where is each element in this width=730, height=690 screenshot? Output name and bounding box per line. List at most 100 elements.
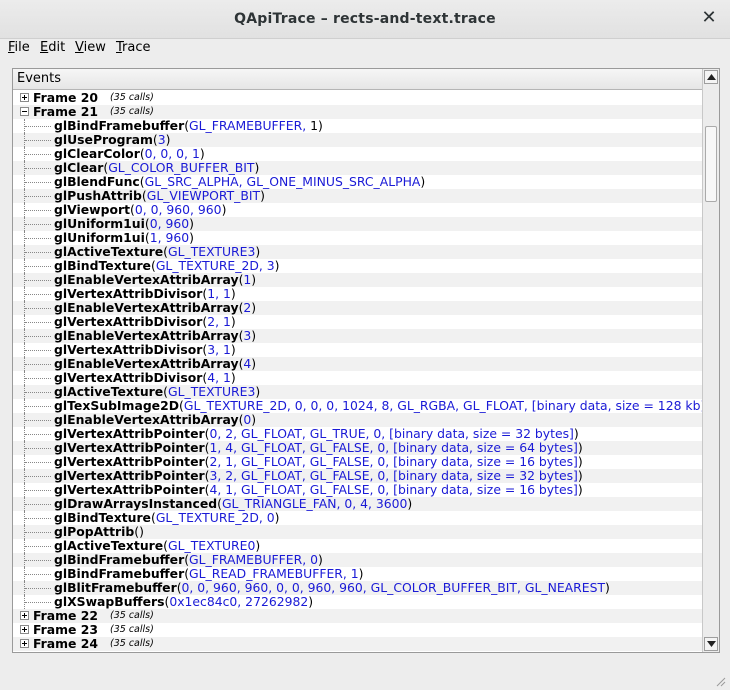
- menu-trace[interactable]: Trace: [116, 40, 151, 55]
- expand-icon[interactable]: [20, 611, 29, 620]
- menu-view[interactable]: View: [75, 40, 106, 55]
- expand-icon[interactable]: [20, 93, 29, 102]
- call-row[interactable]: glBindTexture(GL_TEXTURE_2D, 3): [13, 259, 703, 273]
- call-row[interactable]: glViewport(0, 0, 960, 960): [13, 203, 703, 217]
- menu-file[interactable]: File: [8, 40, 30, 55]
- call-row[interactable]: glActiveTexture(GL_TEXTURE0): [13, 539, 703, 553]
- menu-edit[interactable]: Edit: [40, 40, 65, 55]
- call-row[interactable]: glEnableVertexAttribArray(4): [13, 357, 703, 371]
- frame-row[interactable]: Frame 23 (35 calls): [13, 623, 703, 637]
- call-text: glDrawArraysInstanced(GL_TRIANGLE_FAN, 0…: [54, 497, 412, 511]
- menu-bar: File Edit View Trace: [0, 39, 730, 59]
- call-row[interactable]: glBindFramebuffer(GL_READ_FRAMEBUFFER, 1…: [13, 567, 703, 581]
- call-row[interactable]: glPopAttrib(): [13, 525, 703, 539]
- paren: ): [254, 160, 260, 175]
- tree-branch-line: [25, 238, 51, 239]
- paren: ): [358, 566, 364, 581]
- frame-call-count: (35 calls): [110, 610, 154, 621]
- call-function-name: glVertexAttribDivisor: [54, 286, 203, 301]
- call-function-name: glViewport: [54, 202, 131, 217]
- call-arguments: 0, 0, 960, 960, 0, 0, 960, 960, GL_COLOR…: [181, 580, 606, 595]
- vertical-scrollbar[interactable]: [702, 69, 719, 652]
- tree-branch-line: [25, 504, 51, 505]
- call-row[interactable]: glActiveTexture(GL_TEXTURE3): [13, 245, 703, 259]
- tree-branch-line: [25, 574, 51, 575]
- paren: ): [251, 412, 257, 427]
- paren: ): [199, 146, 205, 161]
- expand-icon[interactable]: [20, 639, 29, 648]
- call-row[interactable]: glVertexAttribPointer(1, 4, GL_FLOAT, GL…: [13, 441, 703, 455]
- call-arguments: GL_TEXTURE_2D, 3: [155, 258, 275, 273]
- tree-branch-line: [25, 476, 51, 477]
- call-row[interactable]: glVertexAttribPointer(3, 2, GL_FLOAT, GL…: [13, 469, 703, 483]
- collapse-icon[interactable]: [20, 107, 29, 116]
- call-row[interactable]: glVertexAttribDivisor(2, 1): [13, 315, 703, 329]
- argument-value: 1: [310, 118, 319, 133]
- call-row[interactable]: glEnableVertexAttribArray(2): [13, 301, 703, 315]
- call-arguments: 0x1ec84c0, 27262982: [169, 594, 309, 609]
- tree-branch-line: [25, 140, 51, 141]
- call-row[interactable]: glClear(GL_COLOR_BUFFER_BIT): [13, 161, 703, 175]
- scroll-down-icon[interactable]: [704, 637, 718, 651]
- frame-row[interactable]: Frame 20 (35 calls): [13, 91, 703, 105]
- call-text: glEnableVertexAttribArray(2): [54, 301, 256, 315]
- paren: ): [189, 230, 194, 245]
- frame-call-count: (35 calls): [110, 92, 154, 103]
- tree-branch-line: [25, 406, 51, 407]
- call-row[interactable]: glVertexAttribDivisor(1, 1): [13, 287, 703, 301]
- call-row[interactable]: glVertexAttribDivisor(3, 1): [13, 343, 703, 357]
- call-row[interactable]: glPushAttrib(GL_VIEWPORT_BIT): [13, 189, 703, 203]
- paren: ): [274, 510, 280, 525]
- call-row[interactable]: glBlitFramebuffer(0, 0, 960, 960, 0, 0, …: [13, 581, 703, 595]
- scrollbar-thumb[interactable]: [705, 126, 717, 202]
- call-text: glVertexAttribDivisor(4, 1): [54, 371, 236, 385]
- call-row[interactable]: glClearColor(0, 0, 0, 1): [13, 147, 703, 161]
- close-icon[interactable]: ✕: [700, 8, 718, 28]
- call-row[interactable]: glVertexAttribDivisor(4, 1): [13, 371, 703, 385]
- status-bar: [0, 664, 730, 690]
- tree-branch-line: [25, 224, 51, 225]
- call-function-name: glVertexAttribPointer: [54, 440, 205, 455]
- call-row[interactable]: glActiveTexture(GL_TEXTURE3): [13, 385, 703, 399]
- frame-row[interactable]: Frame 24 (35 calls): [13, 637, 703, 651]
- call-row[interactable]: glVertexAttribPointer(4, 1, GL_FLOAT, GL…: [13, 483, 703, 497]
- call-row[interactable]: glBindFramebuffer(GL_FRAMEBUFFER, 1): [13, 119, 703, 133]
- paren: ): [318, 118, 323, 133]
- call-row[interactable]: glBlendFunc(GL_SRC_ALPHA, GL_ONE_MINUS_S…: [13, 175, 703, 189]
- events-header[interactable]: Events: [13, 69, 703, 90]
- frame-label: Frame 21: [33, 104, 99, 119]
- call-row[interactable]: glVertexAttribPointer(0, 2, GL_FLOAT, GL…: [13, 427, 703, 441]
- call-row[interactable]: glEnableVertexAttribArray(0): [13, 413, 703, 427]
- resize-grip-icon[interactable]: [714, 675, 726, 687]
- events-header-label: Events: [17, 71, 62, 86]
- call-row[interactable]: glUniform1ui(0, 960): [13, 217, 703, 231]
- tree-branch-line: [25, 266, 51, 267]
- call-row[interactable]: glEnableVertexAttribArray(1): [13, 273, 703, 287]
- frame-row[interactable]: Frame 21 (35 calls): [13, 105, 703, 119]
- call-row[interactable]: glEnableVertexAttribArray(3): [13, 329, 703, 343]
- call-row[interactable]: glBindTexture(GL_TEXTURE_2D, 0): [13, 511, 703, 525]
- call-arguments: GL_TEXTURE_2D, 0, 0, 0, 1024, 8, GL_RGBA…: [183, 398, 706, 413]
- call-row[interactable]: glDrawArraysInstanced(GL_TRIANGLE_FAN, 0…: [13, 497, 703, 511]
- call-arguments: GL_READ_FRAMEBUFFER, 1: [189, 566, 359, 581]
- call-text: glVertexAttribPointer(1, 4, GL_FLOAT, GL…: [54, 441, 583, 455]
- call-function-name: glActiveTexture: [54, 538, 164, 553]
- frame-row[interactable]: Frame 22 (35 calls): [13, 609, 703, 623]
- call-function-name: glClear: [54, 160, 104, 175]
- call-row[interactable]: glUniform1ui(1, 960): [13, 231, 703, 245]
- frame-label: Frame 22: [33, 608, 99, 623]
- call-row[interactable]: glTexSubImage2D(GL_TEXTURE_2D, 0, 0, 0, …: [13, 398, 710, 413]
- call-text: glEnableVertexAttribArray(3): [54, 329, 256, 343]
- call-row[interactable]: glBindFramebuffer(GL_FRAMEBUFFER, 0): [13, 553, 703, 567]
- call-row[interactable]: glXSwapBuffers(0x1ec84c0, 27262982): [13, 595, 703, 609]
- call-text: glClearColor(0, 0, 0, 1): [54, 147, 205, 161]
- events-tree[interactable]: Events Frame 20 (35 calls) Frame 21 (35 cal…: [12, 68, 720, 653]
- scroll-up-icon[interactable]: [704, 70, 718, 84]
- call-row[interactable]: glUseProgram(3): [13, 133, 703, 147]
- expand-icon[interactable]: [20, 625, 29, 634]
- call-text: glViewport(0, 0, 960, 960): [54, 203, 226, 217]
- call-row[interactable]: glVertexAttribPointer(2, 1, GL_FLOAT, GL…: [13, 455, 703, 469]
- call-arguments: GL_SRC_ALPHA, GL_ONE_MINUS_SRC_ALPHA: [144, 174, 421, 189]
- call-arguments: 1, 4, GL_FLOAT, GL_FALSE, 0, [binary dat…: [209, 440, 578, 455]
- call-arguments: 0, 2, GL_FLOAT, GL_TRUE, 0, [binary data…: [209, 426, 574, 441]
